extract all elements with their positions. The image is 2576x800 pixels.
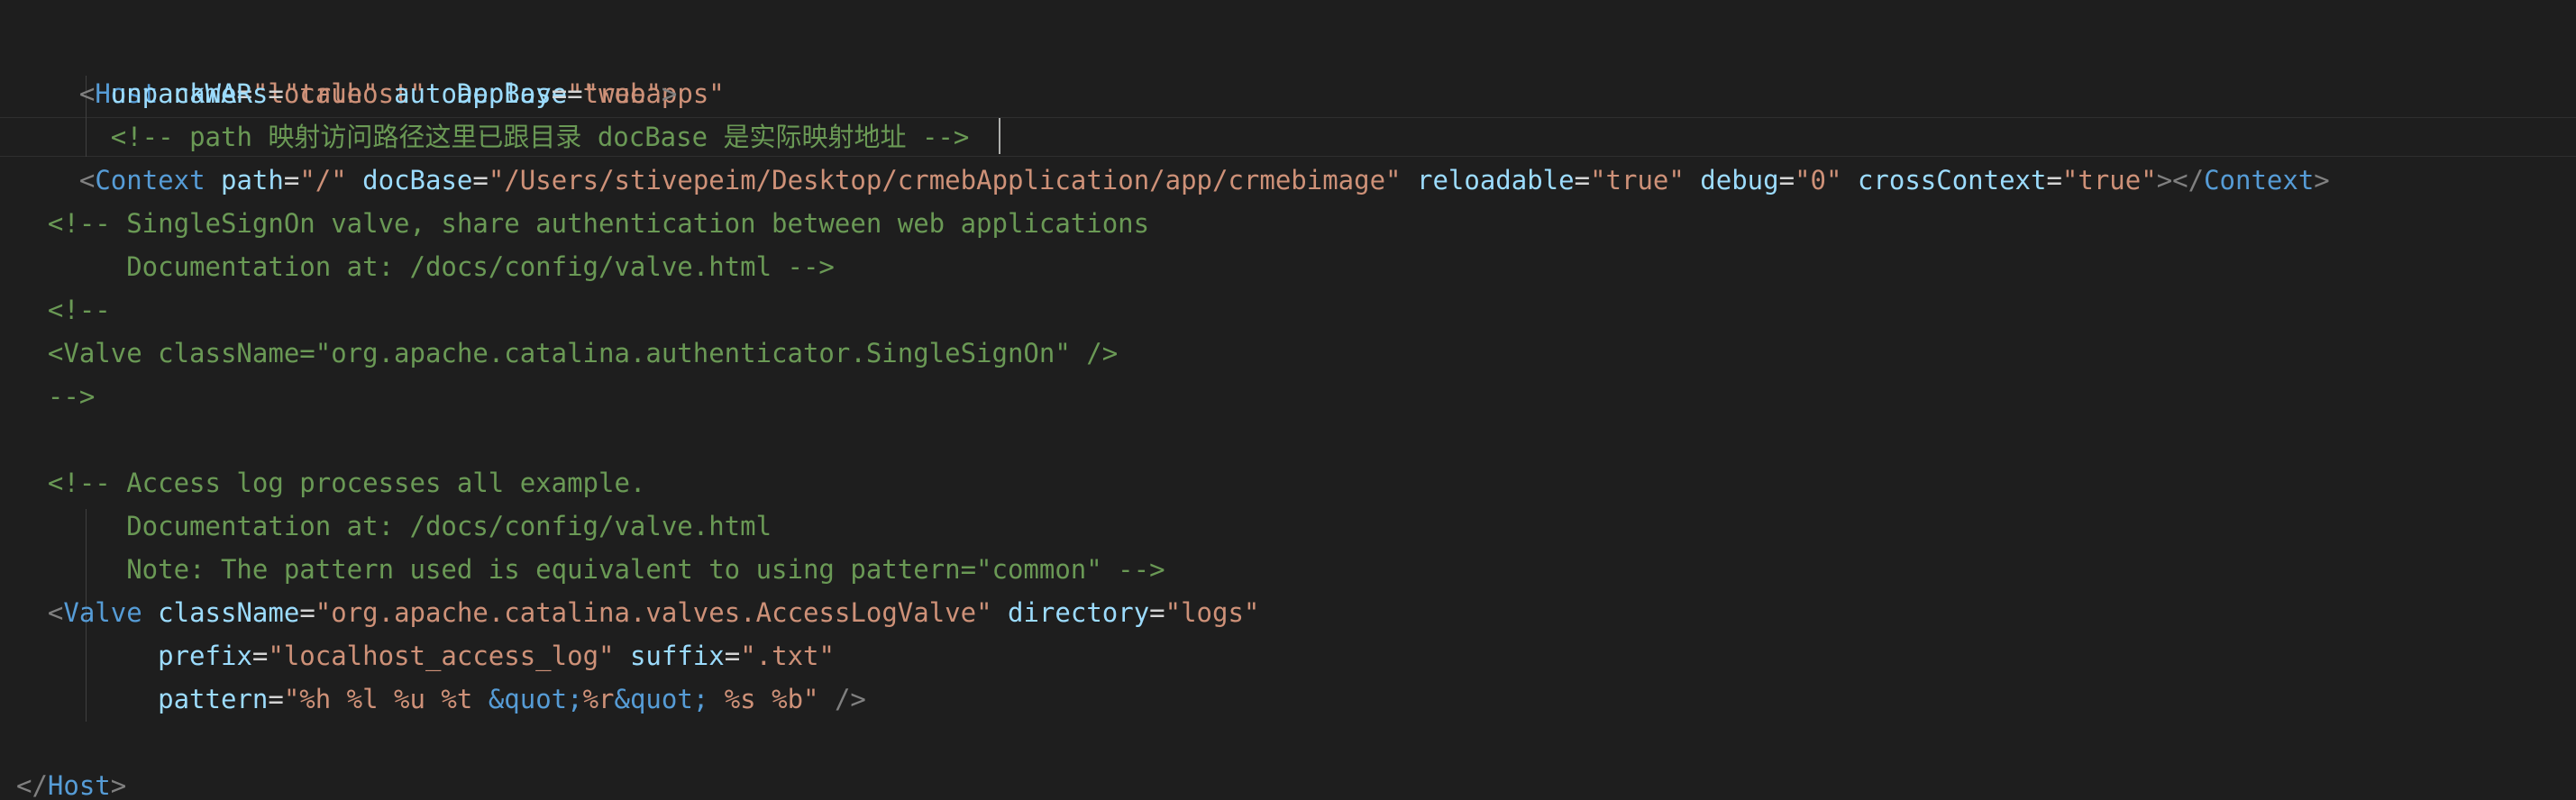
attr-value: "0" — [1795, 165, 1842, 195]
tag-name: Host — [47, 770, 111, 800]
attr-name: debug — [1700, 165, 1779, 195]
equals-sign: = — [2046, 165, 2062, 195]
equals-sign: = — [299, 597, 315, 628]
tag-bracket: > — [110, 770, 127, 800]
tag-bracket: > — [2314, 165, 2330, 195]
attr-value: "/" — [299, 165, 347, 195]
comment-text: --> — [47, 381, 96, 412]
attr-name: crossContext — [1857, 165, 2047, 195]
tag-bracket: /> — [834, 684, 866, 714]
equals-sign: = — [251, 641, 269, 671]
tag-name: Valve — [63, 597, 142, 628]
comment-text: <!-- — [47, 295, 111, 325]
attr-value: "/Users/stivepeim/Desktop/crmebApplicati… — [488, 165, 1402, 195]
attr-name: prefix — [158, 641, 252, 671]
attr-name: docBase — [362, 165, 473, 195]
comment-text: <!-- Access log processes all example. — [47, 468, 646, 498]
equals-sign: = — [551, 78, 568, 109]
attr-value: %r — [582, 684, 615, 714]
attr-value: "logs" — [1165, 597, 1260, 628]
attr-value: "true" — [2061, 165, 2157, 195]
attr-value: %s %b" — [708, 684, 819, 714]
comment-path-mapping: <!-- path 映射访问路径这里已跟目录 docBase 是实际映射地址 -… — [110, 122, 970, 152]
code-line-6: Documentation at: /docs/config/valve.htm… — [16, 245, 835, 288]
tag-bracket: < — [78, 165, 96, 195]
code-line-4: <Context path="/" docBase="/Users/stivep… — [16, 159, 2330, 202]
code-line-8: <Valve className="org.apache.catalina.au… — [16, 332, 1118, 375]
code-line-7: <!-- — [16, 288, 111, 332]
equals-sign: = — [472, 165, 489, 195]
attr-name: path — [221, 165, 284, 195]
equals-sign: = — [1574, 165, 1591, 195]
attr-value: ".txt" — [740, 641, 835, 671]
attr-value: "true" — [1590, 165, 1685, 195]
attr-name: autoDeploy — [394, 78, 552, 109]
attr-value: "%h %l %u %t — [283, 684, 489, 714]
code-line-9: --> — [16, 375, 95, 418]
comment-text: <!-- SingleSignOn valve, share authentic… — [47, 208, 1150, 239]
equals-sign: = — [268, 684, 284, 714]
comment-text: Note: The pattern used is equivalent to … — [47, 554, 1165, 585]
attr-name: suffix — [629, 641, 725, 671]
tag-bracket: > — [2156, 165, 2173, 195]
attr-value: "org.apache.catalina.valves.AccessLogVal… — [315, 597, 992, 628]
entity-ref: &quot; — [488, 684, 583, 714]
code-line-1: <Host name="localhost" appBase="webapps" — [16, 29, 725, 109]
attr-name: className — [158, 597, 300, 628]
code-line-3: <!-- path 映射访问路径这里已跟目录 docBase 是实际映射地址 -… — [16, 115, 970, 159]
tag-bracket: </ — [2172, 165, 2205, 195]
attr-value: "true" — [283, 78, 379, 109]
equals-sign: = — [1778, 165, 1795, 195]
code-line-13: Note: The pattern used is equivalent to … — [16, 548, 1165, 591]
equals-sign: = — [724, 641, 741, 671]
attr-name: reloadable — [1416, 165, 1575, 195]
attr-name: pattern — [158, 684, 269, 714]
code-line-18: </Host> — [16, 764, 126, 800]
attr-value: "true" — [567, 78, 662, 109]
comment-text: Documentation at: /docs/config/valve.htm… — [47, 511, 772, 541]
code-line-14: <Valve className="org.apache.catalina.va… — [16, 591, 1259, 634]
code-line-15: prefix="localhost_access_log" suffix=".t… — [16, 634, 835, 677]
code-line-12: Documentation at: /docs/config/valve.htm… — [16, 505, 772, 548]
code-line-11: <!-- Access log processes all example. — [16, 461, 645, 505]
tag-bracket: </ — [16, 770, 48, 800]
attr-name: directory — [1008, 597, 1150, 628]
equals-sign: = — [283, 165, 300, 195]
equals-sign: = — [268, 78, 284, 109]
comment-text: Documentation at: /docs/config/valve.htm… — [47, 251, 835, 282]
attr-name: unpackWARs — [110, 78, 269, 109]
equals-sign: = — [1149, 597, 1165, 628]
tag-name: Context — [2204, 165, 2315, 195]
entity-ref: &quot; — [614, 684, 709, 714]
comment-text: <Valve className="org.apache.catalina.au… — [47, 338, 1119, 368]
text-cursor — [999, 118, 1000, 154]
code-line-2: unpackWARs="true" autoDeploy="true"> — [16, 72, 678, 115]
attr-value: "localhost_access_log" — [268, 641, 615, 671]
tag-name: Context — [95, 165, 206, 195]
tag-bracket: > — [661, 78, 678, 109]
code-line-5: <!-- SingleSignOn valve, share authentic… — [16, 202, 1149, 245]
code-line-16: pattern="%h %l %u %t &quot;%r&quot; %s %… — [16, 677, 866, 721]
code-editor[interactable]: <Host name="localhost" appBase="webapps"… — [0, 0, 2576, 800]
tag-bracket: < — [47, 597, 64, 628]
